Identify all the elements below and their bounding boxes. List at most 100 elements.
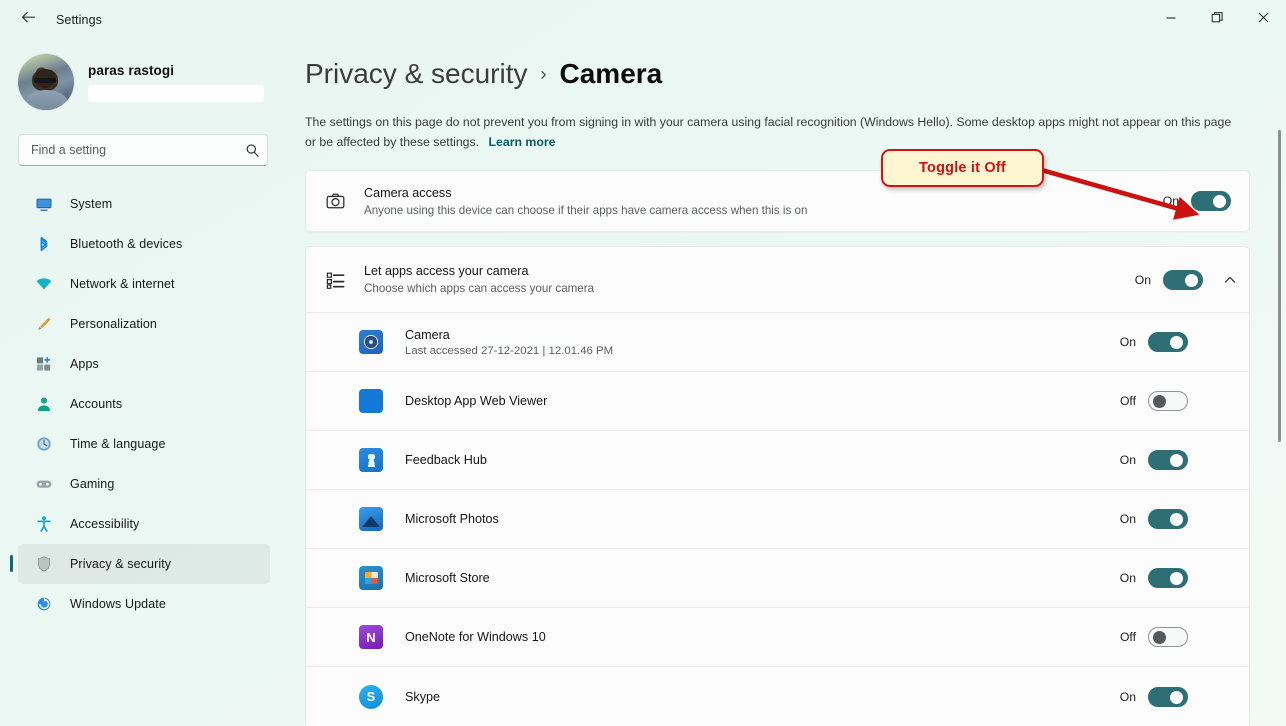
restore-button[interactable] <box>1194 0 1240 40</box>
onenote-icon: N <box>359 625 383 649</box>
app-toggle[interactable] <box>1148 450 1188 470</box>
sidebar: paras rastogi System Bluetooth & devices <box>0 40 288 726</box>
sidebar-item-accessibility[interactable]: Accessibility <box>18 504 270 544</box>
app-name: Microsoft Photos <box>405 512 499 526</box>
app-toggle[interactable] <box>1148 627 1188 647</box>
scrollbar-thumb[interactable] <box>1278 130 1281 442</box>
app-row[interactable]: Camera Last accessed 27-12-2021 | 12.01.… <box>306 313 1249 372</box>
app-state-label: On <box>1119 689 1136 704</box>
sidebar-item-system[interactable]: System <box>18 184 270 224</box>
sidebar-item-bluetooth-devices[interactable]: Bluetooth & devices <box>18 224 270 264</box>
app-row[interactable]: Feedback Hub On <box>306 431 1249 490</box>
sidebar-item-personalization[interactable]: Personalization <box>18 304 270 344</box>
profile-email-redacted <box>88 84 264 102</box>
profile-name: paras rastogi <box>88 62 175 78</box>
sidebar-item-label: Network & internet <box>70 277 175 291</box>
app-last-accessed: Last accessed 27-12-2021 | 12.01.46 PM <box>405 344 614 357</box>
desktop-app-web-viewer-icon <box>359 389 383 413</box>
back-arrow-icon <box>20 9 37 31</box>
app-toggle[interactable] <box>1148 391 1188 411</box>
app-row[interactable]: Microsoft Store On <box>306 549 1249 608</box>
app-name: Camera <box>405 327 450 342</box>
content-pane: Privacy & security › Camera The settings… <box>288 40 1286 726</box>
wifi-icon <box>34 274 54 294</box>
bluetooth-icon <box>34 234 54 254</box>
person-icon <box>34 394 54 414</box>
sidebar-item-label: Bluetooth & devices <box>70 237 183 251</box>
vertical-scrollbar[interactable] <box>1275 104 1283 716</box>
update-arrows-icon <box>34 594 54 614</box>
chevron-up-icon[interactable] <box>1219 269 1241 291</box>
camera-icon <box>324 190 346 212</box>
app-toggle[interactable] <box>1148 509 1188 529</box>
monitor-icon <box>34 194 54 214</box>
app-row[interactable]: N OneNote for Windows 10 Off <box>306 608 1249 667</box>
page-description-text: The settings on this page do not prevent… <box>305 115 1232 149</box>
app-name: OneNote for Windows 10 <box>405 630 546 644</box>
let-apps-access-camera-card: Let apps access your camera Choose which… <box>305 246 1250 726</box>
minimize-icon <box>1165 11 1177 29</box>
sidebar-item-label: Privacy & security <box>70 557 172 571</box>
breadcrumb: Privacy & security › Camera <box>305 58 1286 90</box>
search-container <box>18 134 270 166</box>
microsoft-photos-icon <box>359 507 383 531</box>
sidebar-item-label: Windows Update <box>70 597 166 611</box>
let-apps-toggle[interactable] <box>1163 269 1203 290</box>
app-state-label: On <box>1119 335 1136 349</box>
annotation-text: Toggle it Off <box>919 160 1006 176</box>
sidebar-item-network-internet[interactable]: Network & internet <box>18 264 270 304</box>
sidebar-nav: System Bluetooth & devices Network & int… <box>0 184 288 624</box>
sidebar-item-accounts[interactable]: Accounts <box>18 384 270 424</box>
sidebar-item-label: Personalization <box>70 317 157 331</box>
sidebar-item-apps[interactable]: Apps <box>18 344 270 384</box>
profile-section[interactable]: paras rastogi <box>0 40 288 110</box>
list-settings-icon <box>324 269 346 291</box>
page-title: Camera <box>559 58 663 89</box>
shield-icon <box>34 554 54 574</box>
window-controls <box>1148 0 1286 40</box>
camera-app-icon <box>359 330 383 354</box>
sidebar-item-gaming[interactable]: Gaming <box>18 464 270 504</box>
feedback-hub-icon <box>359 448 383 472</box>
let-apps-title: Let apps access your camera <box>364 264 529 278</box>
let-apps-subtitle: Choose which apps can access your camera <box>364 282 595 295</box>
search-input[interactable] <box>18 134 268 166</box>
paintbrush-icon <box>34 314 54 334</box>
app-row[interactable]: S Skype On <box>306 667 1249 726</box>
clock-globe-icon <box>34 434 54 454</box>
sidebar-item-label: System <box>70 197 113 211</box>
sidebar-item-windows-update[interactable]: Windows Update <box>18 584 270 624</box>
app-toggle[interactable] <box>1148 568 1188 588</box>
app-state-label: Off <box>1119 394 1136 408</box>
app-name: Microsoft Store <box>405 571 490 585</box>
app-toggle[interactable] <box>1148 332 1188 352</box>
app-row[interactable]: Microsoft Photos On <box>306 490 1249 549</box>
sidebar-item-label: Gaming <box>70 477 115 491</box>
back-button[interactable] <box>10 4 46 36</box>
let-apps-header-row[interactable]: Let apps access your camera Choose which… <box>306 247 1249 313</box>
sidebar-item-label: Accessibility <box>70 517 140 531</box>
microsoft-store-icon <box>359 566 383 590</box>
minimize-button[interactable] <box>1148 0 1194 40</box>
sidebar-item-label: Apps <box>70 357 99 371</box>
breadcrumb-parent-link[interactable]: Privacy & security <box>305 58 528 90</box>
annotation-callout: Toggle it Off <box>881 149 1044 187</box>
annotation-arrow <box>1023 163 1200 220</box>
learn-more-link[interactable]: Learn more <box>489 135 556 149</box>
sidebar-item-label: Accounts <box>70 397 123 411</box>
title-bar: Settings <box>0 0 1286 40</box>
breadcrumb-separator: › <box>540 64 547 84</box>
sidebar-item-privacy-security[interactable]: Privacy & security <box>10 544 270 584</box>
app-state-label: Off <box>1119 630 1136 644</box>
sidebar-item-time-language[interactable]: Time & language <box>18 424 270 464</box>
search-icon[interactable] <box>242 140 262 160</box>
gamepad-icon <box>34 474 54 494</box>
app-row[interactable]: Desktop App Web Viewer Off <box>306 372 1249 431</box>
avatar <box>18 54 74 110</box>
accessibility-icon <box>34 514 54 534</box>
app-name: Skype <box>405 689 441 704</box>
app-toggle[interactable] <box>1148 686 1188 707</box>
app-state-label: On <box>1119 453 1136 467</box>
skype-icon: S <box>359 684 383 709</box>
close-button[interactable] <box>1240 0 1286 40</box>
